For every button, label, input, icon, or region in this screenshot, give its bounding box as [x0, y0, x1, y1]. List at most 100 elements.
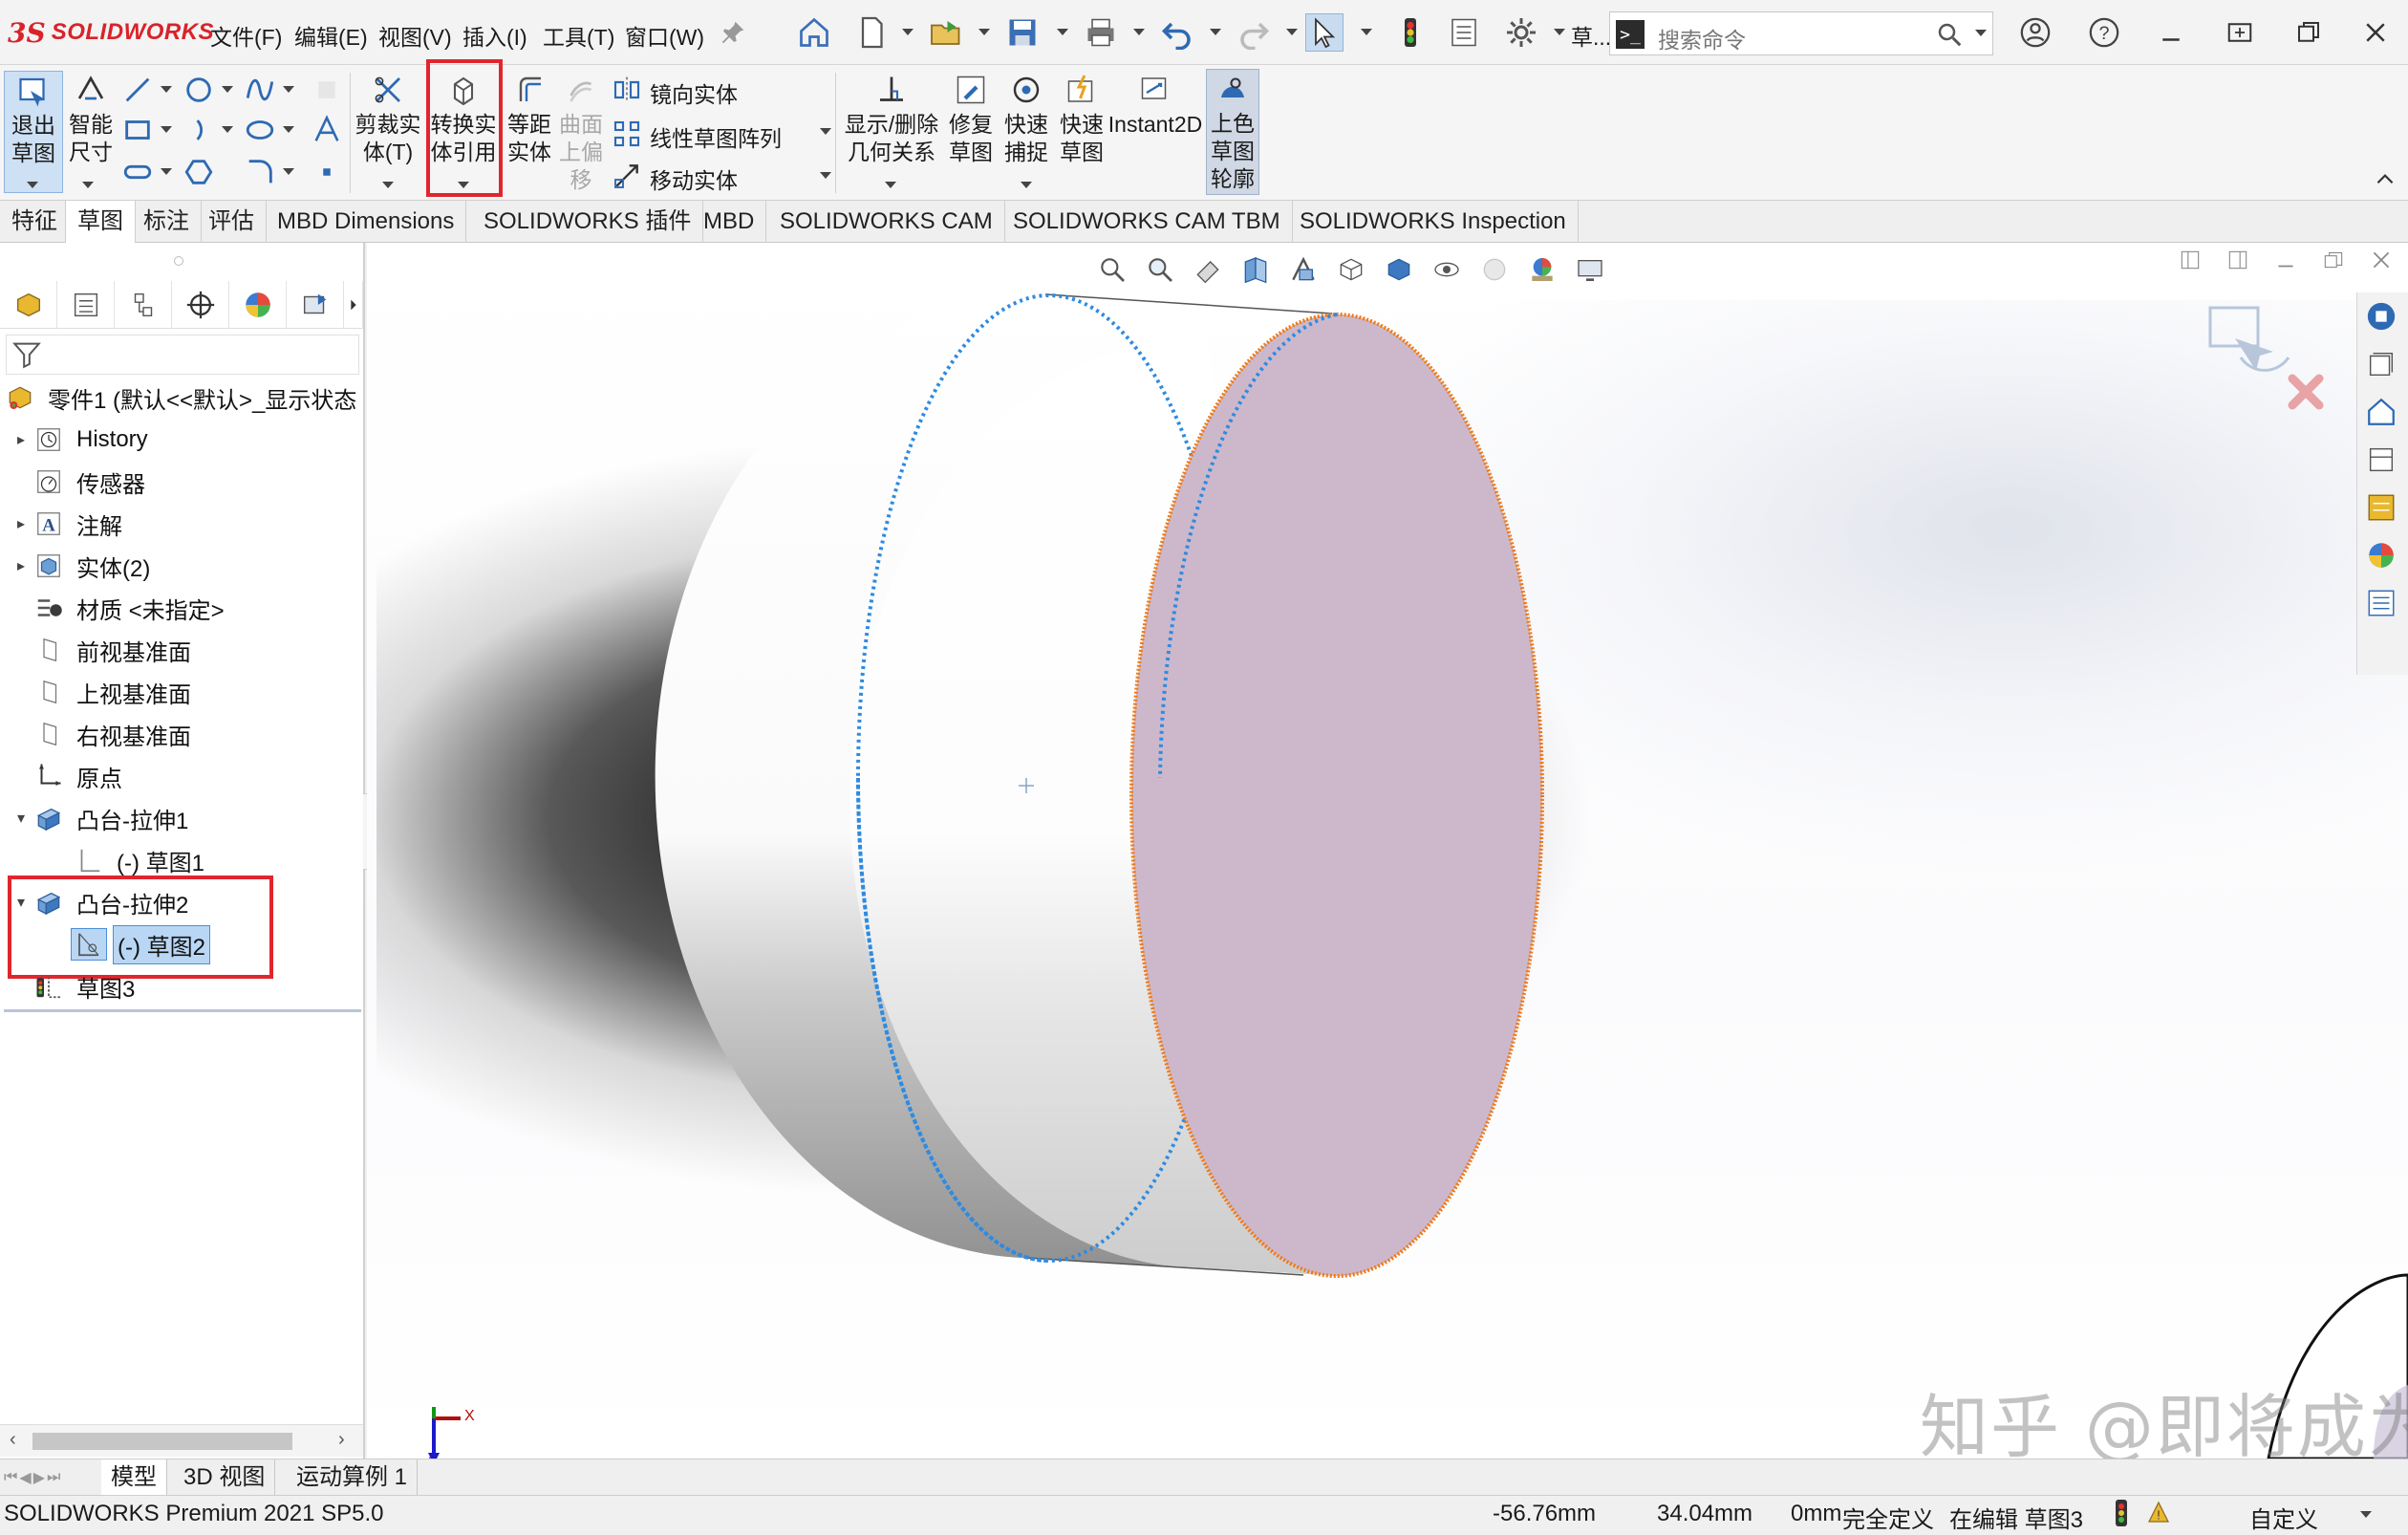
view-orientation-icon[interactable] [1332, 250, 1370, 289]
menu-view[interactable]: 视图(V) [378, 19, 452, 52]
tree-item-origin[interactable]: 原点 [11, 757, 126, 795]
text-icon[interactable] [308, 111, 346, 149]
graphics-area[interactable]: X Z 知乎 @即将成为哲学带师 [367, 243, 2408, 1459]
redo-icon[interactable] [1235, 13, 1273, 52]
rapid-sketch-button[interactable]: 快速 草图 [1055, 71, 1108, 166]
arc-icon[interactable] [180, 111, 218, 149]
line-dropdown-icon[interactable] [161, 86, 172, 93]
minimize-window-icon[interactable] [2150, 13, 2192, 52]
quick-tips-icon[interactable]: ! [2144, 1498, 2173, 1528]
menu-file[interactable]: 文件(F) [210, 19, 282, 52]
collapse-arrow-icon[interactable]: ▾ [11, 809, 31, 828]
feature-manager-tab-icon[interactable] [0, 281, 57, 329]
solidworks-logo[interactable]: 3S SOLIDWORKS [8, 15, 214, 50]
circle-icon[interactable] [180, 71, 218, 109]
linear-pattern-button[interactable]: 线性草图阵列 [612, 119, 782, 155]
ellipse-dropdown-icon[interactable] [283, 126, 294, 133]
custom-properties-icon[interactable] [2357, 579, 2405, 627]
ellipse-icon[interactable] [241, 111, 279, 149]
tree-filter-box[interactable] [6, 335, 359, 375]
tree-root-part[interactable]: 零件1 (默认<<默认>_显示状态 [2, 378, 360, 417]
tab-sketch[interactable]: 草图 [65, 201, 136, 243]
expand-arrow-icon[interactable]: ▸ [11, 430, 31, 449]
close-window-icon[interactable] [2354, 13, 2397, 52]
new-document-icon[interactable] [852, 13, 891, 52]
pattern-dropdown-icon[interactable] [820, 128, 831, 135]
trim-entities-button[interactable]: 剪裁实 体(T) [354, 71, 422, 166]
slot-icon[interactable] [118, 153, 157, 191]
repair-sketch-button[interactable]: 修复 草图 [944, 71, 998, 166]
tab-mbd-dimensions[interactable]: MBD Dimensions [266, 201, 467, 243]
menu-tools[interactable]: 工具(T) [543, 19, 614, 52]
appearances-folder-icon[interactable] [2357, 484, 2405, 531]
move-dropdown-icon[interactable] [820, 172, 831, 179]
point-icon[interactable] [308, 153, 346, 191]
tree-item-sketch1[interactable]: (-) 草图1 [52, 841, 208, 879]
unit-system-dropdown-icon[interactable] [2360, 1511, 2372, 1518]
scroll-right-arrow-icon[interactable]: › [338, 1429, 345, 1451]
edit-appearance-icon[interactable] [1475, 250, 1514, 289]
tree-item-sensors[interactable]: 传感器 [11, 463, 149, 501]
tab-solidworks-cam-tbm[interactable]: SOLIDWORKS CAM TBM [1001, 201, 1293, 243]
search-commands-box[interactable]: >_ 搜索命令 [1609, 11, 1993, 55]
tab-mbd[interactable]: MBD [692, 201, 767, 243]
select-arrow-icon[interactable] [1305, 13, 1344, 52]
cylinder-model[interactable] [367, 243, 2408, 1459]
design-library-icon[interactable] [2357, 340, 2405, 388]
select-dropdown-icon[interactable] [1361, 29, 1372, 35]
first-tab-icon[interactable]: ⏮ [4, 1469, 17, 1486]
display-delete-relations-button[interactable]: 显示/删除 几何关系 [839, 71, 944, 166]
scroll-thumb[interactable] [32, 1433, 292, 1450]
home-icon[interactable] [795, 13, 833, 52]
property-manager-tab-icon[interactable] [57, 281, 115, 329]
prev-tab-icon[interactable]: ◀ [19, 1468, 31, 1487]
options-gear-icon[interactable] [1502, 13, 1540, 52]
search-icon[interactable] [1935, 20, 1964, 49]
tree-item-annotations[interactable]: ▸ A 注解 [11, 505, 126, 543]
options-dropdown-icon[interactable] [1554, 29, 1565, 35]
undo-dropdown-icon[interactable] [1210, 29, 1221, 35]
rebuild-traffic-light-icon[interactable] [1391, 13, 1430, 52]
rectangle-dropdown-icon[interactable] [161, 126, 172, 133]
move-entities-button[interactable]: 移动实体 [612, 161, 738, 197]
tab-model[interactable]: 模型 [101, 1459, 167, 1496]
open-dropdown-icon[interactable] [978, 29, 990, 35]
print-dropdown-icon[interactable] [1133, 29, 1145, 35]
viewport-minimize-icon[interactable] [2268, 243, 2303, 277]
print-icon[interactable] [1082, 13, 1120, 52]
tree-item-top-plane[interactable]: 上视基准面 [11, 673, 195, 711]
menu-insert[interactable]: 插入(I) [462, 19, 527, 52]
expand-arrow-icon[interactable]: ▸ [11, 556, 31, 575]
display-manager-tab-icon[interactable] [229, 281, 287, 329]
section-view-icon[interactable] [1236, 250, 1275, 289]
shaded-sketch-contours-button[interactable]: 上色 草图 轮廓 [1206, 69, 1259, 195]
tab-features[interactable]: 特征 [0, 201, 70, 243]
rectangle-icon[interactable] [118, 111, 157, 149]
tree-item-sketch3[interactable]: 草图3 [11, 967, 139, 1005]
file-properties-icon[interactable] [1445, 13, 1483, 52]
smart-dimension-dropdown-icon[interactable] [82, 182, 94, 188]
tab-motion-study-1[interactable]: 运动算例 1 [287, 1459, 419, 1496]
spline-dropdown-icon[interactable] [283, 86, 294, 93]
undo-icon[interactable] [1158, 13, 1196, 52]
mirror-entities-button[interactable]: 镜向实体 [612, 75, 738, 111]
collapse-ribbon-chevron-icon[interactable] [2366, 161, 2404, 199]
dimxpert-manager-tab-icon[interactable] [172, 281, 229, 329]
rollback-bar[interactable] [4, 1009, 361, 1012]
exit-sketch-button[interactable]: 退出 草图 [4, 71, 63, 193]
relations-dropdown-icon[interactable] [885, 182, 896, 188]
dynamic-annotation-views-icon[interactable] [1284, 250, 1322, 289]
restore-panel-icon[interactable] [2219, 13, 2261, 52]
cancel-sketch-corner-icon[interactable] [2288, 374, 2324, 410]
scroll-left-arrow-icon[interactable]: ‹ [10, 1429, 16, 1451]
instant2d-button[interactable]: Instant2D [1108, 71, 1202, 139]
tab-3d-view[interactable]: 3D 视图 [174, 1459, 276, 1496]
tree-horizontal-scrollbar[interactable]: ‹ › [0, 1424, 363, 1457]
next-tab-icon[interactable]: ▶ [33, 1468, 45, 1487]
sketch3-converted-face[interactable] [1129, 313, 1544, 1278]
tile-right-icon[interactable] [2221, 243, 2255, 277]
quick-snaps-button[interactable]: 快速 捕捉 [1000, 71, 1053, 166]
tab-solidworks-cam[interactable]: SOLIDWORKS CAM [768, 201, 1005, 243]
maximize-window-icon[interactable] [2288, 13, 2330, 52]
tree-item-material[interactable]: 材质 <未指定> [11, 589, 228, 627]
